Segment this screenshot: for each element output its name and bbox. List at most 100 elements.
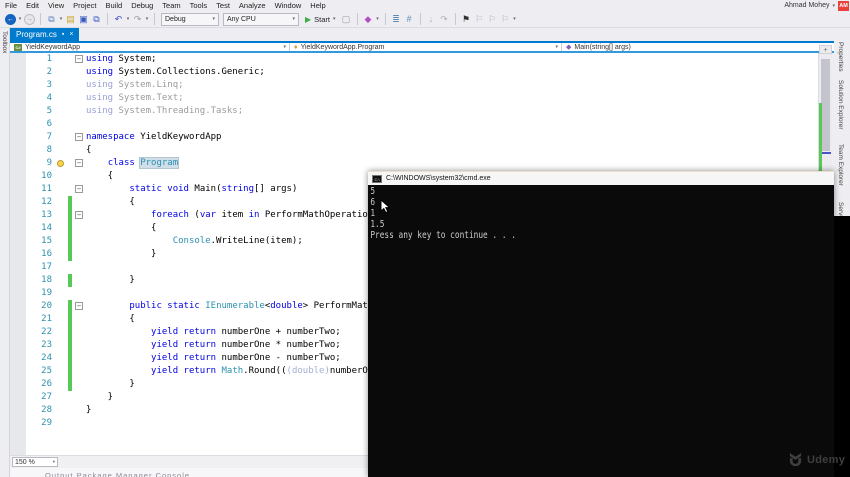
bookmark-icon[interactable]: ⚑ xyxy=(460,13,473,26)
code-line-4[interactable]: 4 using System.Text; xyxy=(10,92,818,105)
nav-type-label: YieldKeywordApp.Program xyxy=(300,43,385,51)
menu-item-test[interactable]: Test xyxy=(216,1,230,10)
menu-item-build[interactable]: Build xyxy=(106,1,123,10)
nav-project-dropdown[interactable]: C# YieldKeywordApp ▾ xyxy=(10,43,290,51)
next-bookmark-icon[interactable]: ⚐ xyxy=(486,13,499,26)
sidebar-tab-solution-explorer[interactable]: Solution Explorer xyxy=(837,80,844,130)
chevron-down-icon: ▾ xyxy=(333,16,336,22)
avatar[interactable]: AM xyxy=(838,0,849,11)
nav-type-dropdown[interactable]: ♦ YieldKeywordApp.Program ▾ xyxy=(290,43,562,51)
line-number: 5 xyxy=(46,106,52,116)
code-line-9[interactable]: 9 − class Program xyxy=(10,157,818,170)
nav-member-dropdown[interactable]: ◆ Main(string[] args) ▾ xyxy=(562,43,850,51)
change-tracking-bar xyxy=(68,326,72,339)
menu-item-view[interactable]: View xyxy=(48,1,64,10)
open-file-icon[interactable]: ▤ xyxy=(64,13,77,26)
sidebar-tab-properties[interactable]: Properties xyxy=(837,42,844,72)
collapse-region-button[interactable]: − xyxy=(75,185,83,193)
menu-item-project[interactable]: Project xyxy=(73,1,96,10)
scrollbar-thumb[interactable] xyxy=(821,59,830,151)
collapse-region-button[interactable]: − xyxy=(75,302,83,310)
sidebar-tab-toolbox[interactable]: Toolbox xyxy=(1,31,8,53)
line-number: 13 xyxy=(41,210,52,220)
line-number: 28 xyxy=(41,405,52,415)
code-text: using System.Text; xyxy=(86,93,184,103)
code-line-1[interactable]: 1 − using System; xyxy=(10,53,818,66)
save-icon[interactable]: ▣ xyxy=(77,13,90,26)
cmd-icon: C:\ xyxy=(372,174,382,183)
quick-actions-lightbulb-icon[interactable] xyxy=(57,160,64,167)
code-text: namespace YieldKeywordApp xyxy=(86,132,222,142)
close-icon[interactable]: × xyxy=(69,31,73,38)
breakpoints-window-icon[interactable]: ≣ xyxy=(390,13,403,26)
intellitrace-icon[interactable]: ◆ xyxy=(362,13,375,26)
console-body[interactable]: 5 6 1 1.5 Press any key to continue . . . xyxy=(368,185,834,477)
editor-zoom-select[interactable]: 150 % ▾ xyxy=(12,457,58,467)
dropdown-caret-icon: ▾ xyxy=(18,16,22,22)
save-all-icon[interactable]: ⧉ xyxy=(90,13,103,26)
code-text: using System; xyxy=(86,54,157,64)
console-window[interactable]: C:\ C:\WINDOWS\system32\cmd.exe 5 6 1 1.5 Pr… xyxy=(368,171,834,477)
redo-icon[interactable]: ↷ xyxy=(131,13,144,26)
navigate-forward-icon[interactable]: → xyxy=(24,13,35,25)
csharp-project-icon: C# xyxy=(14,43,22,51)
solution-configuration-select[interactable]: Debug ▾ xyxy=(161,12,219,26)
mouse-cursor-icon xyxy=(380,199,391,214)
start-label: Start xyxy=(314,14,330,24)
menu-item-edit[interactable]: Edit xyxy=(26,1,39,10)
navigate-backward-icon[interactable]: ← xyxy=(5,13,16,25)
separator xyxy=(419,13,421,25)
code-line-5[interactable]: 5 using System.Threading.Tasks; xyxy=(10,105,818,118)
nav-project-label: YieldKeywordApp xyxy=(25,43,80,51)
collapse-region-button[interactable]: − xyxy=(75,133,83,141)
line-number: 7 xyxy=(46,132,52,142)
dropdown-caret-icon: ▾ xyxy=(145,16,149,22)
collapse-region-button[interactable]: − xyxy=(75,55,83,63)
start-debugging-button[interactable]: ▶ Start ▾ xyxy=(305,15,336,24)
code-text: using System.Collections.Generic; xyxy=(86,67,265,77)
menu-item-help[interactable]: Help xyxy=(310,1,325,10)
solution-platform-select[interactable]: Any CPU ▾ xyxy=(223,12,299,26)
attach-process-icon[interactable]: ▢ xyxy=(340,13,353,26)
menu-bar: File Edit View Project Build Debug Team Tools Te… xyxy=(0,0,850,11)
menu-item-analyze[interactable]: Analyze xyxy=(239,1,266,10)
pin-icon[interactable]: ▪ xyxy=(62,31,64,38)
code-text: foreach (var item in PerformMathOperatio xyxy=(151,210,368,220)
collapse-region-button[interactable]: − xyxy=(75,211,83,219)
menu-item-debug[interactable]: Debug xyxy=(131,1,153,10)
step-over-icon[interactable]: ↷ xyxy=(438,13,451,26)
line-number: 26 xyxy=(41,379,52,389)
code-text: yield return Math.Round(((double)numberO xyxy=(151,366,368,376)
code-text: static void Main(string[] args) xyxy=(129,184,298,194)
bottom-panel-tabs-cropped: Output Package Manager Console xyxy=(10,468,368,477)
console-line: Press any key to continue . . . xyxy=(370,230,516,241)
menu-item-tools[interactable]: Tools xyxy=(190,1,208,10)
play-icon: ▶ xyxy=(305,14,312,24)
code-line-2[interactable]: 2 using System.Collections.Generic; xyxy=(10,66,818,79)
code-line-8[interactable]: 8{ xyxy=(10,144,818,157)
menu-item-team[interactable]: Team xyxy=(162,1,180,10)
chevron-down-icon: ▾ xyxy=(212,16,215,22)
new-project-icon[interactable]: ⧉ xyxy=(45,13,58,26)
sidebar-tab-team-explorer[interactable]: Team Explorer xyxy=(837,144,844,186)
undo-icon[interactable]: ↶ xyxy=(112,13,125,26)
console-title-bar[interactable]: C:\ C:\WINDOWS\system32\cmd.exe xyxy=(368,171,834,185)
code-text: } xyxy=(86,379,135,389)
diagnostics-icon[interactable]: # xyxy=(403,13,416,26)
tab-program-cs[interactable]: Program.cs ▪ × xyxy=(10,28,80,41)
dropdown-caret-icon: ▾ xyxy=(513,16,516,22)
splitter-handle[interactable]: + xyxy=(819,45,832,54)
code-line-6[interactable]: 6 xyxy=(10,118,818,131)
prev-bookmark-icon[interactable]: ⚐ xyxy=(473,13,486,26)
collapse-region-button[interactable]: − xyxy=(75,159,83,167)
code-line-7[interactable]: 7 − namespace YieldKeywordApp xyxy=(10,131,818,144)
separator xyxy=(107,13,108,25)
udemy-watermark: Udemy xyxy=(788,452,845,467)
menu-item-window[interactable]: Window xyxy=(275,1,302,10)
clear-bookmarks-icon[interactable]: ⚐ xyxy=(499,13,512,26)
change-tracking-bar xyxy=(68,222,72,235)
menu-item-file[interactable]: File xyxy=(5,1,17,10)
user-area[interactable]: Ahmad Mohey ▾ AM xyxy=(784,0,849,11)
step-into-icon[interactable]: ↓ xyxy=(425,13,438,26)
code-line-3[interactable]: 3 using System.Linq; xyxy=(10,79,818,92)
